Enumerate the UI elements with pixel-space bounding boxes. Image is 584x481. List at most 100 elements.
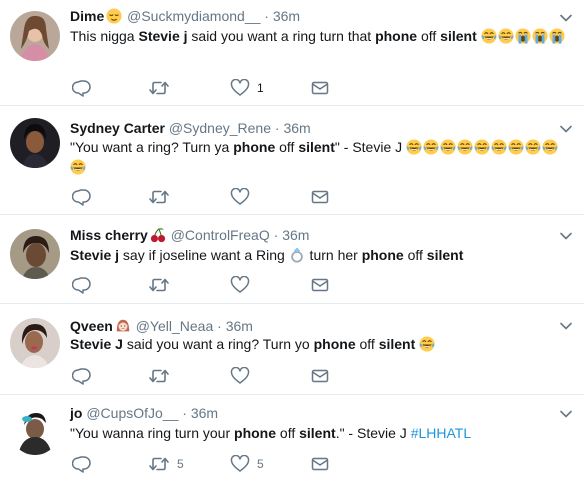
timestamp[interactable]: 36m	[283, 120, 310, 136]
user-handle[interactable]: @ControlFreaQ	[171, 227, 270, 243]
reply-button[interactable]	[72, 367, 99, 385]
like-button[interactable]: 5	[230, 455, 264, 473]
display-name[interactable]: Dime	[70, 8, 104, 24]
display-name[interactable]: Miss cherry	[70, 227, 148, 243]
avatar[interactable]	[10, 118, 60, 168]
chevron-down-icon[interactable]	[560, 322, 572, 330]
avatar[interactable]	[10, 11, 60, 61]
face-with-tears-of-joy-emoji	[457, 139, 473, 155]
tweet-header: Sydney Carter @Sydney_Rene · 36m	[70, 119, 311, 137]
tweet-text-highlight: phone	[234, 425, 277, 441]
tweet-text-segment: ." - Stevie J	[335, 425, 411, 441]
reply-button[interactable]	[72, 276, 99, 294]
user-handle[interactable]: @Suckmydiamond__	[127, 8, 260, 24]
direct-message-button[interactable]	[310, 367, 330, 385]
reply-button[interactable]	[72, 79, 99, 97]
heart-icon	[230, 188, 250, 206]
heart-icon	[230, 455, 250, 473]
retweet-icon	[148, 455, 170, 473]
user-handle[interactable]: @CupsOfJo__	[86, 405, 178, 421]
reply-icon	[72, 276, 92, 294]
envelope-icon	[310, 276, 330, 294]
tweet-text-highlight: Stevie j	[138, 28, 188, 44]
tweet-header: Qveen @Yell_Neaa · 36m	[70, 317, 253, 335]
tweet-text-highlight: silent	[298, 139, 335, 155]
separator-dot: ·	[182, 405, 187, 421]
heart-icon	[230, 79, 250, 97]
separator-dot: ·	[273, 227, 279, 243]
like-button[interactable]	[230, 188, 257, 206]
chevron-down-icon[interactable]	[560, 14, 572, 22]
chevron-down-icon[interactable]	[560, 125, 572, 133]
envelope-icon	[310, 367, 330, 385]
direct-message-button[interactable]	[310, 188, 330, 206]
display-name[interactable]: Sydney Carter	[70, 120, 165, 136]
heart-icon	[230, 367, 250, 385]
relieved-face-emoji	[106, 8, 122, 24]
retweet-count: 5	[177, 457, 184, 471]
reply-button[interactable]	[72, 188, 99, 206]
heart-icon	[230, 276, 250, 294]
cherries-emoji	[150, 227, 166, 243]
user-handle[interactable]: @Sydney_Rene	[169, 120, 271, 136]
direct-message-button[interactable]	[310, 455, 330, 473]
like-count: 5	[257, 457, 264, 471]
tweet[interactable]: Sydney Carter @Sydney_Rene · 36m "You wa…	[0, 106, 584, 215]
avatar[interactable]	[10, 229, 60, 279]
display-name[interactable]: jo	[70, 405, 82, 421]
timestamp[interactable]: 36m	[226, 318, 253, 334]
tweet[interactable]: Miss cherry @ControlFreaQ · 36m Stevie j…	[0, 215, 584, 304]
tweet-text-highlight: phone	[313, 336, 356, 352]
face-with-tears-of-joy-emoji	[440, 139, 456, 155]
user-handle[interactable]: @Yell_Neaa	[136, 318, 214, 334]
separator-dot: ·	[274, 120, 280, 136]
tweet-text-segment: off	[355, 336, 379, 352]
tweet-text-segment: off	[417, 28, 441, 44]
face-with-tears-of-joy-emoji	[525, 139, 541, 155]
avatar[interactable]	[10, 405, 60, 455]
tweet-text-highlight: phone	[233, 139, 276, 155]
tweet[interactable]: jo @CupsOfJo__ · 36m "You wanna ring tur…	[0, 395, 584, 481]
retweet-button[interactable]: 5	[148, 455, 184, 473]
avatar[interactable]	[10, 318, 60, 368]
face-with-tears-of-joy-emoji	[423, 139, 439, 155]
chevron-down-icon[interactable]	[560, 410, 572, 418]
envelope-icon	[310, 188, 330, 206]
reply-icon	[72, 367, 92, 385]
tweet-text-highlight: silent	[299, 425, 336, 441]
tweet-header: Dime @Suckmydiamond__ · 36m	[70, 7, 300, 25]
tweet-text-highlight: Stevie J	[70, 336, 123, 352]
retweet-button[interactable]	[148, 367, 177, 385]
loudly-crying-face-emoji	[515, 28, 531, 44]
chevron-down-icon[interactable]	[560, 232, 572, 240]
tweet-text: Stevie j say if joseline want a Ring tur…	[70, 245, 575, 265]
hashtag-link[interactable]: #LHHATL	[411, 425, 471, 441]
timestamp[interactable]: 36m	[191, 405, 218, 421]
reply-icon	[72, 188, 92, 206]
retweet-button[interactable]	[148, 276, 177, 294]
display-name[interactable]: Qveen	[70, 318, 113, 334]
like-button[interactable]	[230, 367, 257, 385]
face-with-tears-of-joy-emoji	[70, 159, 86, 175]
timestamp[interactable]: 36m	[273, 8, 300, 24]
like-button[interactable]	[230, 276, 257, 294]
retweet-icon	[148, 367, 170, 385]
retweet-button[interactable]	[148, 79, 177, 97]
tweet-text-segment: "You wanna ring turn your	[70, 425, 235, 441]
tweet[interactable]: Qveen @Yell_Neaa · 36m Stevie J said you…	[0, 304, 584, 395]
tweet-text-highlight: silent	[426, 247, 464, 263]
envelope-icon	[310, 455, 330, 473]
face-with-tears-of-joy-emoji	[481, 28, 497, 44]
tweet-text-highlight: Stevie j	[70, 247, 120, 263]
like-button[interactable]: 1	[230, 79, 264, 97]
retweet-button[interactable]	[148, 188, 177, 206]
reply-button[interactable]	[72, 455, 99, 473]
direct-message-button[interactable]	[310, 79, 330, 97]
tweet[interactable]: Dime @Suckmydiamond__ · 36m This nigga S…	[0, 0, 584, 106]
tweet-text-segment: say if joseline want a Ring	[119, 247, 289, 263]
face-with-tears-of-joy-emoji	[508, 139, 524, 155]
tweet-text-segment: off	[276, 425, 300, 441]
direct-message-button[interactable]	[310, 276, 330, 294]
tweet-text-segment: off	[403, 247, 427, 263]
timestamp[interactable]: 36m	[282, 227, 309, 243]
